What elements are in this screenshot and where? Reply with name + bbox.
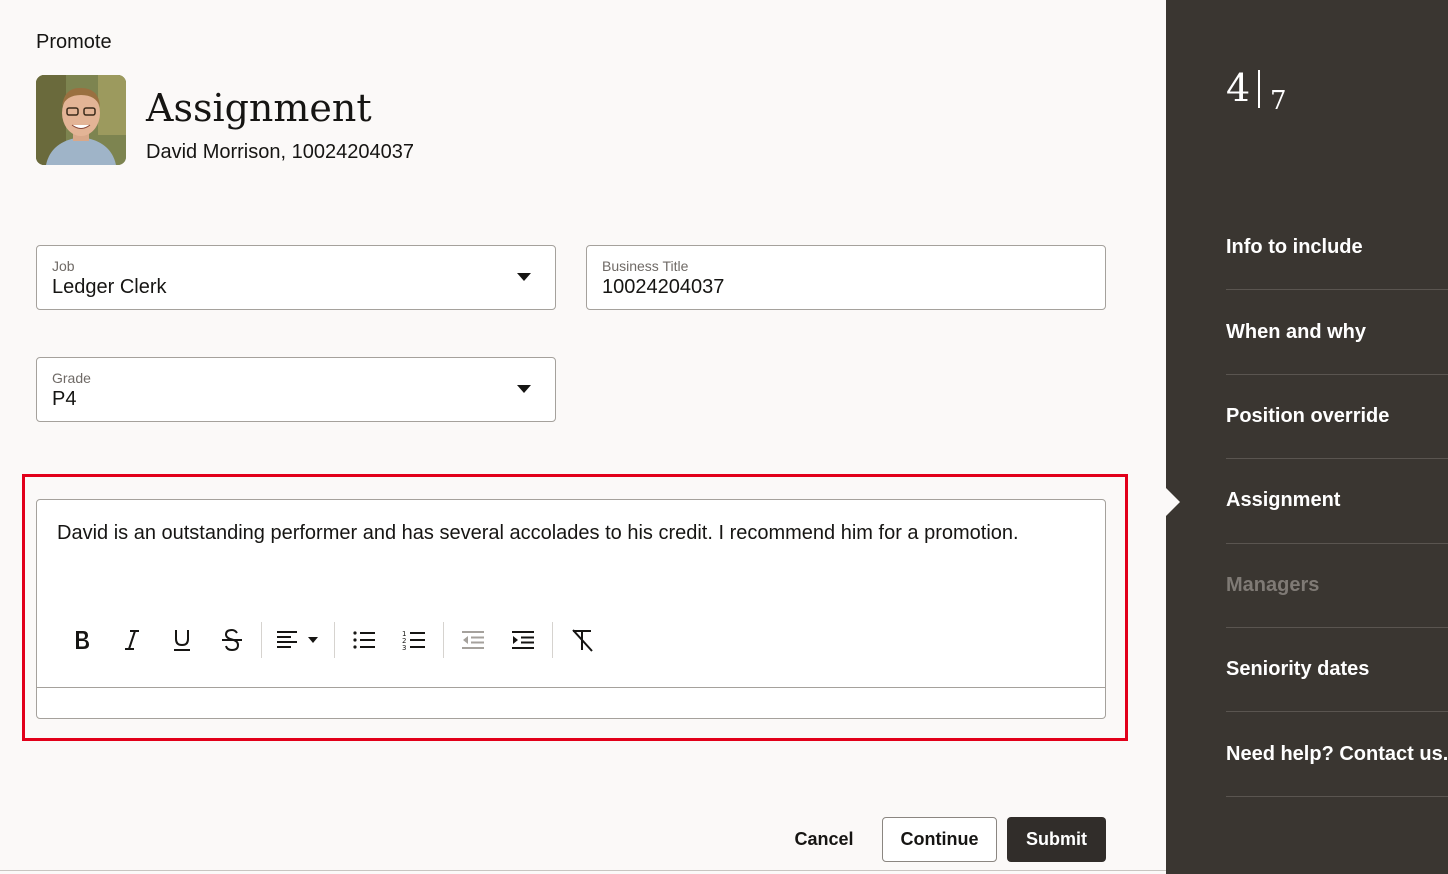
business-title-field[interactable]: Business Title 10024204037	[586, 245, 1106, 310]
toolbar-divider	[552, 622, 553, 658]
continue-button[interactable]: Continue	[882, 817, 997, 862]
rich-text-editor[interactable]: David is an outstanding performer and ha…	[36, 499, 1106, 719]
business-title-value: 10024204037	[602, 276, 725, 298]
toolbar-divider	[334, 622, 335, 658]
job-label: Job	[52, 258, 75, 274]
person-subtitle: David Morrison, 10024204037	[146, 141, 414, 163]
counter-divider	[1258, 70, 1260, 108]
total-steps-number: 7	[1270, 86, 1287, 116]
editor-toolbar: 123	[57, 620, 607, 660]
job-select[interactable]: Job Ledger Clerk	[36, 245, 556, 310]
chevron-down-icon[interactable]	[517, 273, 531, 281]
business-title-label: Business Title	[602, 258, 689, 274]
svg-text:3: 3	[402, 644, 406, 651]
step-info-to-include[interactable]: Info to include	[1226, 206, 1448, 291]
editor-footer-divider	[37, 687, 1105, 688]
step-when-and-why[interactable]: When and why	[1226, 290, 1448, 375]
underline-icon[interactable]	[157, 620, 207, 660]
grade-value: P4	[52, 388, 77, 410]
toolbar-divider	[443, 622, 444, 658]
chevron-down-icon[interactable]	[517, 385, 531, 393]
step-need-help[interactable]: Need help? Contact us.	[1226, 712, 1448, 797]
page-header-title: Promote	[36, 31, 112, 53]
current-step-pointer-icon	[1166, 488, 1180, 516]
align-dropdown[interactable]	[266, 620, 330, 660]
bold-icon[interactable]	[57, 620, 107, 660]
job-value: Ledger Clerk	[52, 276, 167, 298]
step-list: Info to include When and why Position ov…	[1226, 206, 1448, 797]
bottom-divider	[0, 870, 1166, 871]
step-assignment[interactable]: Assignment	[1226, 459, 1448, 544]
step-managers: Managers	[1226, 544, 1448, 628]
toolbar-divider	[261, 622, 262, 658]
step-seniority-dates[interactable]: Seniority dates	[1226, 628, 1448, 713]
page-title: Assignment	[146, 86, 372, 130]
current-step-number: 4	[1226, 66, 1251, 110]
strikethrough-icon[interactable]	[207, 620, 257, 660]
numbered-list-icon[interactable]: 123	[389, 620, 439, 660]
progress-sidebar: 4 7 Info to include When and why Positio…	[1166, 0, 1448, 874]
bullet-list-icon[interactable]	[339, 620, 389, 660]
grade-label: Grade	[52, 370, 91, 386]
outdent-icon[interactable]	[448, 620, 498, 660]
italic-icon[interactable]	[107, 620, 157, 660]
avatar	[36, 75, 126, 165]
indent-icon[interactable]	[498, 620, 548, 660]
clear-formatting-icon[interactable]	[557, 620, 607, 660]
submit-button[interactable]: Submit	[1007, 817, 1106, 862]
step-position-override[interactable]: Position override	[1226, 375, 1448, 460]
cancel-button[interactable]: Cancel	[786, 817, 862, 862]
editor-content[interactable]: David is an outstanding performer and ha…	[57, 522, 1019, 545]
main-panel: Promote Assignment David Morrison, 10024…	[0, 0, 1166, 874]
grade-select[interactable]: Grade P4	[36, 357, 556, 422]
